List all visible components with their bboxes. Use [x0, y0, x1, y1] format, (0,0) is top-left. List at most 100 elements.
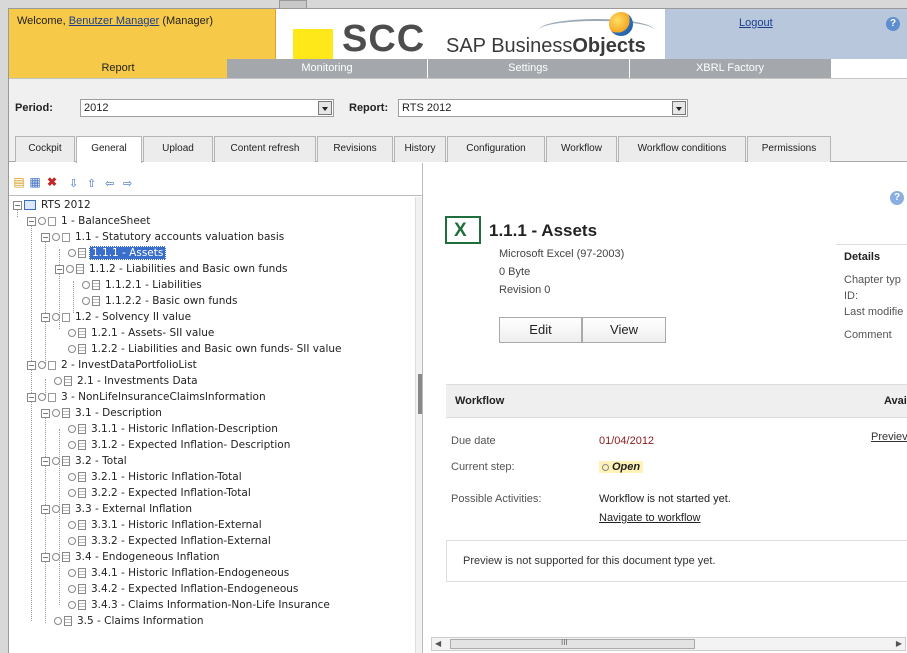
collapse-icon[interactable]: −: [13, 200, 22, 210]
tree-node[interactable]: 3.4.2 - Expected Inflation-Endogeneous: [68, 581, 300, 597]
tree-node[interactable]: 3.4.1 - Historic Inflation-Endogeneous: [68, 565, 291, 581]
tree-node[interactable]: 3.3.1 - Historic Inflation-External: [68, 517, 264, 533]
tree-node[interactable]: 1.1.2.1 - Liabilities: [82, 277, 204, 293]
collapse-icon[interactable]: −: [27, 392, 36, 402]
tree-node[interactable]: 3.1.1 - Historic Inflation-Description: [68, 421, 280, 437]
sap-logo-text-a: SAP Business: [446, 35, 573, 57]
tree-node[interactable]: 2.1 - Investments Data: [54, 373, 200, 389]
period-label: Period:: [15, 102, 53, 114]
document-icon: [64, 616, 72, 626]
tab-history[interactable]: History: [394, 136, 446, 162]
logout-link[interactable]: Logout: [739, 17, 773, 29]
collapse-icon[interactable]: −: [41, 232, 50, 242]
period-select[interactable]: 2012: [80, 99, 334, 117]
current-step-badge: Open: [599, 461, 644, 473]
tab-general[interactable]: General: [76, 136, 142, 163]
nav-settings[interactable]: Settings: [428, 59, 628, 78]
tree-node[interactable]: − 3 - NonLifeInsuranceClaimsInformation: [27, 389, 268, 405]
report-icon: [24, 200, 36, 210]
tree-node[interactable]: 3.1.2 - Expected Inflation- Description: [68, 437, 292, 453]
document-icon: [78, 344, 86, 354]
tab-content-refresh[interactable]: Content refresh: [214, 136, 316, 162]
report-select[interactable]: RTS 2012: [398, 99, 688, 117]
chapter-icon: [62, 232, 70, 242]
tree-node[interactable]: 3.4.3 - Claims Information-Non-Life Insu…: [68, 597, 332, 613]
collapse-icon[interactable]: −: [27, 216, 36, 226]
sap-logo-orb-icon: [609, 12, 633, 36]
collapse-icon[interactable]: −: [41, 408, 50, 418]
arrow-left-icon[interactable]: ⇦: [105, 177, 114, 190]
top-mini-tab[interactable]: [279, 0, 307, 8]
collapse-icon[interactable]: −: [41, 552, 50, 562]
new-document-icon[interactable]: ▤: [12, 175, 26, 189]
help-icon[interactable]: ?: [886, 17, 900, 31]
tab-workflow-conditions[interactable]: Workflow conditions: [618, 136, 746, 162]
header: Welcome, Benutzer Manager (Manager) SCC …: [9, 9, 907, 60]
collapse-icon[interactable]: −: [41, 504, 50, 514]
document-icon: [78, 488, 86, 498]
navigate-to-workflow-link[interactable]: Navigate to workflow: [599, 512, 701, 524]
arrow-right-icon[interactable]: ⇨: [123, 177, 132, 190]
user-name-link[interactable]: Benutzer Manager: [69, 15, 160, 27]
tab-upload[interactable]: Upload: [143, 136, 213, 162]
delete-document-icon[interactable]: ✖: [45, 175, 59, 189]
horizontal-scrollbar-thumb[interactable]: III: [450, 638, 695, 649]
preview-link[interactable]: Previev: [871, 431, 907, 443]
tree-node[interactable]: 3.2.1 - Historic Inflation-Total: [68, 469, 244, 485]
arrow-up-icon[interactable]: ⇧: [87, 177, 96, 190]
tab-permissions[interactable]: Permissions: [747, 136, 831, 162]
tree-node[interactable]: − 1.1.2 - Liabilities and Basic own funds: [55, 261, 289, 277]
tree-node[interactable]: − 1.1 - Statutory accounts valuation basi…: [41, 229, 286, 245]
scroll-left-icon[interactable]: ◀: [435, 639, 441, 648]
nav-xbrl-factory[interactable]: XBRL Factory: [630, 59, 830, 78]
tree-node[interactable]: − 3.1 - Description: [41, 405, 164, 421]
nav-monitoring[interactable]: Monitoring: [228, 59, 426, 78]
edit-button[interactable]: Edit: [499, 317, 582, 343]
tree-node[interactable]: 3.5 - Claims Information: [54, 613, 206, 629]
tree-node-selected[interactable]: 1.1.1 - Assets: [68, 245, 167, 261]
collapse-icon[interactable]: −: [41, 456, 50, 466]
tree-connector: [45, 233, 46, 363]
collapse-icon[interactable]: −: [27, 360, 36, 370]
tree-node-label: 1.1.2.1 - Liabilities: [105, 279, 202, 291]
tree-scrollbar-thumb[interactable]: [418, 374, 422, 414]
tree-node[interactable]: 3.3.2 - Expected Inflation-External: [68, 533, 273, 549]
tree-node[interactable]: 1.1.2.2 - Basic own funds: [82, 293, 239, 309]
tree-toolbar: ▤ ▦ ✖ ⇩ ⇧ ⇦ ⇨: [9, 163, 422, 196]
tab-configuration[interactable]: Configuration: [447, 136, 545, 162]
tab-revisions[interactable]: Revisions: [317, 136, 393, 162]
arrow-down-icon[interactable]: ⇩: [69, 177, 78, 190]
details-last-modified: Last modifie: [844, 306, 904, 318]
tree-node[interactable]: 1.2.2 - Liabilities and Basic own funds-…: [68, 341, 343, 357]
status-badge: Open: [599, 461, 644, 473]
tree-node[interactable]: − 2 - InvestDataPortfolioList: [27, 357, 199, 373]
tree-node[interactable]: − 1.2 - Solvency II value: [41, 309, 193, 325]
status-circle-icon: [52, 233, 60, 241]
tree-node[interactable]: 3.2.2 - Expected Inflation-Total: [68, 485, 253, 501]
scroll-right-icon[interactable]: ▶: [896, 639, 902, 648]
tree-node-root[interactable]: − RTS 2012: [13, 197, 93, 213]
tree-node[interactable]: 1.2.1 - Assets- SII value: [68, 325, 216, 341]
tree-node-label: 3.1.1 - Historic Inflation-Description: [91, 423, 278, 435]
tree-node[interactable]: − 3.4 - Endogeneous Inflation: [41, 549, 222, 565]
tab-workflow[interactable]: Workflow: [546, 136, 617, 162]
document-icon: [78, 440, 86, 450]
collapse-icon[interactable]: −: [55, 264, 64, 274]
document-icon: [78, 328, 86, 338]
tree-node-label: 3.3.1 - Historic Inflation-External: [91, 519, 262, 531]
tree-node[interactable]: − 3.2 - Total: [41, 453, 129, 469]
tree-node[interactable]: − 1 - BalanceSheet: [27, 213, 152, 229]
edit-document-icon[interactable]: ▦: [28, 175, 42, 189]
help-icon[interactable]: ?: [890, 191, 904, 205]
tree-scrollbar[interactable]: [415, 197, 422, 653]
view-button[interactable]: View: [582, 317, 666, 343]
chevron-down-icon[interactable]: [672, 101, 686, 115]
tab-cockpit[interactable]: Cockpit: [15, 136, 75, 162]
tree-node[interactable]: − 3.3 - External Inflation: [41, 501, 194, 517]
collapse-icon[interactable]: −: [41, 312, 50, 322]
horizontal-scrollbar[interactable]: ◀ III ▶: [431, 637, 906, 651]
chevron-down-icon[interactable]: [318, 101, 332, 115]
nav-report[interactable]: Report: [9, 59, 227, 78]
details-divider: [836, 244, 907, 245]
status-circle-icon: [52, 313, 60, 321]
